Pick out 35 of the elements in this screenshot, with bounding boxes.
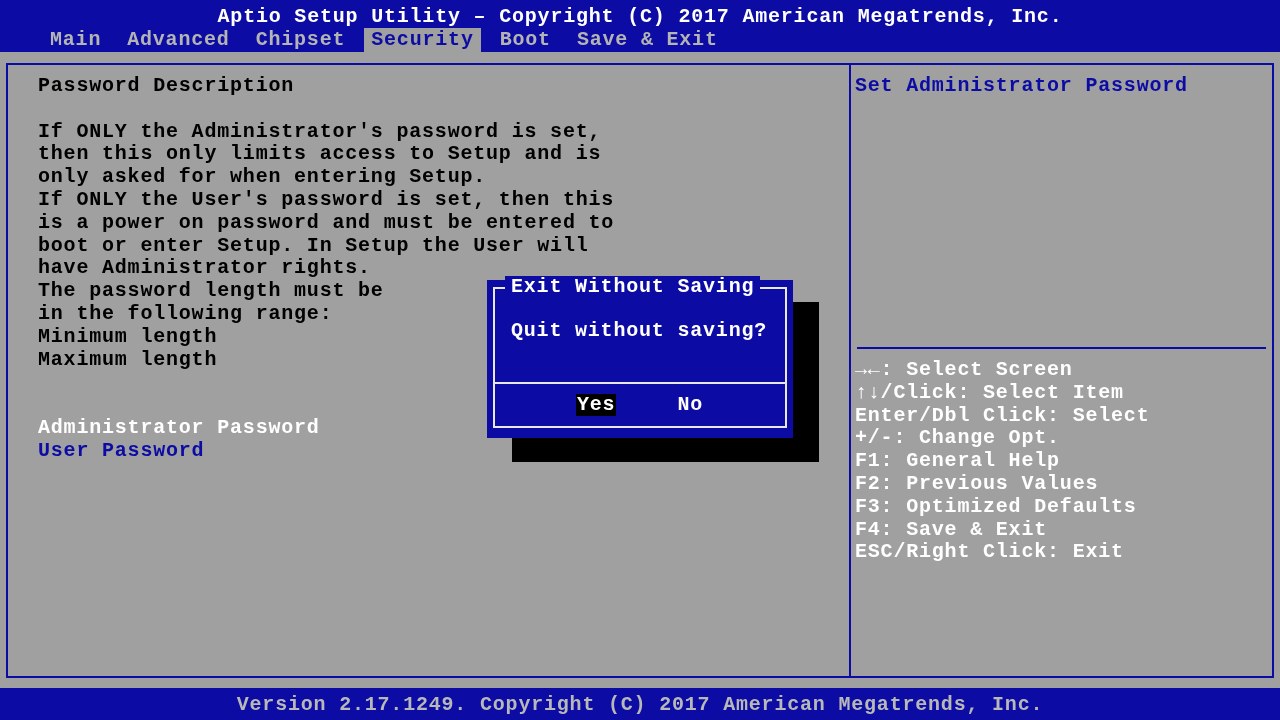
key-help-line: F2: Previous Values: [855, 473, 1099, 496]
menu-tab[interactable]: Advanced: [120, 28, 237, 52]
menu-tab[interactable]: Chipset: [248, 28, 353, 52]
description-line: then this only limits access to Setup and is: [38, 143, 602, 167]
description-line: If ONLY the User's password is set, then this: [38, 189, 615, 212]
menu-item[interactable]: User Password: [38, 439, 205, 463]
description-line: in the following range:: [38, 302, 333, 326]
help-title: Set Administrator Password: [855, 75, 1189, 98]
key-help-line: ESC/Right Click: Exit: [855, 541, 1124, 565]
description-line: If ONLY the Administrator's password is set,: [38, 120, 602, 144]
dialog-button[interactable]: No: [676, 394, 704, 416]
key-help-line: F4: Save & Exit: [855, 518, 1048, 542]
menu-tab[interactable]: Security: [364, 28, 481, 52]
key-help-line: Enter/Dbl Click: Select: [855, 404, 1150, 428]
description-line: have Administrator rights.: [38, 257, 371, 281]
menu-tab[interactable]: Main: [43, 28, 109, 52]
key-help-line: →←: Select Screen: [855, 359, 1073, 382]
dialog-message: Quit without saving?: [511, 320, 768, 342]
section-heading: Password Description: [38, 75, 295, 98]
description-line: Maximum length: [38, 348, 218, 372]
menu-tab[interactable]: Boot: [492, 28, 558, 52]
menu-tab[interactable]: Save & Exit: [569, 28, 725, 52]
description-line: The password length must be: [38, 280, 384, 303]
key-help-line: F3: Optimized Defaults: [855, 495, 1137, 519]
dialog-button[interactable]: Yes: [576, 394, 617, 416]
description-line: is a power on password and must be entered to: [38, 211, 615, 235]
key-help-line: +/-: Change Opt.: [855, 427, 1060, 451]
key-help-line: ↑↓/Click: Select Item: [855, 381, 1124, 405]
dialog-title: Exit Without Saving: [505, 276, 761, 298]
header-title: Aptio Setup Utility – Copyright (C) 2017 American Megatrends, Inc.: [217, 6, 1063, 28]
description-line: only asked for when entering Setup.: [38, 166, 487, 189]
description-line: Minimum length: [38, 325, 218, 349]
key-help-line: F1: General Help: [855, 450, 1060, 473]
footer-text: Version 2.17.1249. Copyright (C) 2017 American Megatrends, Inc.: [236, 692, 1044, 716]
description-line: boot or enter Setup. In Setup the User will: [38, 234, 589, 258]
